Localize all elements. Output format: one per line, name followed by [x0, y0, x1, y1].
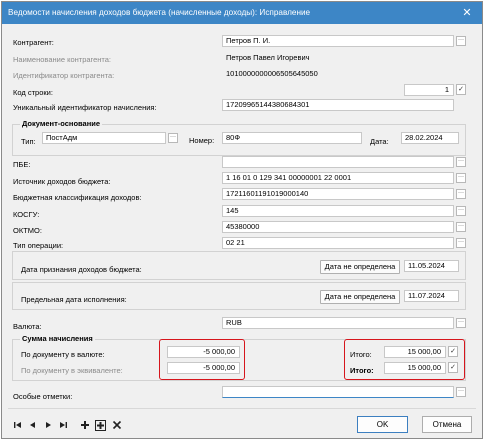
add-icon[interactable] [80, 420, 90, 430]
ident-kontragenta-value: 1010000000006505645050 [226, 69, 318, 78]
valuta-select-button[interactable]: ··· [456, 318, 466, 328]
cancel-button[interactable]: Отмена [422, 416, 472, 433]
data-priznaniya-label: Дата признания доходов бюджета: [21, 265, 142, 274]
istochnik-label: Источник доходов бюджета: [13, 177, 111, 186]
oktmo-label: ОКТМО: [13, 226, 42, 235]
add-copy-icon[interactable] [95, 420, 106, 431]
footer-divider [8, 408, 476, 409]
oktmo-field[interactable]: 45380000 [222, 221, 454, 233]
bk-label: Бюджетная классификация доходов: [13, 193, 142, 202]
doc-tip-label: Тип: [21, 137, 36, 146]
ident-kontragenta-label: Идентификатор контрагента: [13, 71, 115, 80]
doc-nomer-label: Номер: [189, 136, 215, 145]
summa-left-highlight [159, 339, 245, 380]
doc-data-label: Дата: [370, 137, 389, 146]
summa-legend: Сумма начисления [20, 334, 95, 344]
po-doc-val-label: По документу в валюте: [21, 350, 105, 359]
last-icon[interactable] [58, 420, 68, 430]
pbe-field[interactable] [222, 156, 454, 168]
doc-tip-field[interactable]: ПостАдм [42, 132, 166, 144]
bk-select-button[interactable]: ··· [456, 189, 466, 199]
data-priznaniya-undefined-button[interactable]: Дата не определена [320, 260, 400, 274]
uin-label: Уникальный идентификатор начисления: [13, 103, 157, 112]
kontragent-field[interactable]: Петров П. И. [222, 35, 454, 47]
kosgu-select-button[interactable]: ··· [456, 206, 466, 216]
predelnaya-data-field[interactable]: 11.07.2024 [404, 290, 459, 302]
ok-button[interactable]: OK [357, 416, 408, 433]
document-osnovanie-legend: Документ-основание [20, 119, 103, 129]
po-doc-ekv-label: По документу в эквиваленте: [21, 366, 123, 375]
close-icon[interactable]: ✕ [460, 6, 474, 20]
kosgu-label: КОСГУ: [13, 210, 40, 219]
pbe-select-button[interactable]: ··· [456, 157, 466, 167]
title-bar: Ведомости начисления доходов бюджета (на… [2, 2, 482, 24]
oktmo-select-button[interactable]: ··· [456, 222, 466, 232]
data-priznaniya-field[interactable]: 11.05.2024 [404, 260, 459, 272]
summa-right-highlight [344, 339, 465, 380]
first-icon[interactable] [13, 420, 23, 430]
istochnik-field[interactable]: 1 16 01 0 129 341 00000001 22 0001 [222, 172, 454, 184]
kod-stroki-field[interactable]: 1 [404, 84, 454, 96]
tip-operacii-field[interactable]: 02 21 [222, 237, 454, 249]
kod-stroki-check-icon[interactable]: ✓ [456, 84, 466, 95]
bk-field[interactable]: 17211601191019000140 [222, 188, 454, 200]
naim-kontragenta-label: Наименование контрагента: [13, 55, 112, 64]
istochnik-select-button[interactable]: ··· [456, 173, 466, 183]
kod-stroki-label: Код строки: [13, 88, 53, 97]
kosgu-field[interactable]: 145 [222, 205, 454, 217]
osobye-label: Особые отметки: [13, 392, 73, 401]
prev-icon[interactable] [28, 420, 38, 430]
next-icon[interactable] [43, 420, 53, 430]
window-title: Ведомости начисления доходов бюджета (на… [8, 8, 311, 17]
delete-icon[interactable] [112, 420, 122, 430]
uin-field[interactable]: 17209965144380684301 [222, 99, 454, 111]
predelnaya-data-undefined-button[interactable]: Дата не определена [320, 290, 400, 304]
valuta-field[interactable]: RUB [222, 317, 454, 329]
kontragent-select-button[interactable]: ··· [456, 36, 466, 46]
doc-data-field[interactable]: 28.02.2024 [401, 132, 459, 144]
tip-operacii-select-button[interactable]: ··· [456, 238, 466, 248]
osobye-field[interactable] [222, 386, 454, 398]
pbe-label: ПБЕ: [13, 160, 31, 169]
osobye-select-button[interactable]: ··· [456, 387, 466, 397]
doc-tip-select-button[interactable]: ··· [168, 133, 178, 143]
tip-operacii-label: Тип операции: [13, 241, 64, 250]
kontragent-label: Контрагент: [13, 38, 54, 47]
valuta-label: Валюта: [13, 322, 42, 331]
doc-nomer-field[interactable]: 80Ф [222, 132, 362, 144]
naim-kontragenta-value: Петров Павел Игоревич [226, 53, 310, 62]
predelnaya-data-label: Предельная дата исполнения: [21, 295, 127, 304]
